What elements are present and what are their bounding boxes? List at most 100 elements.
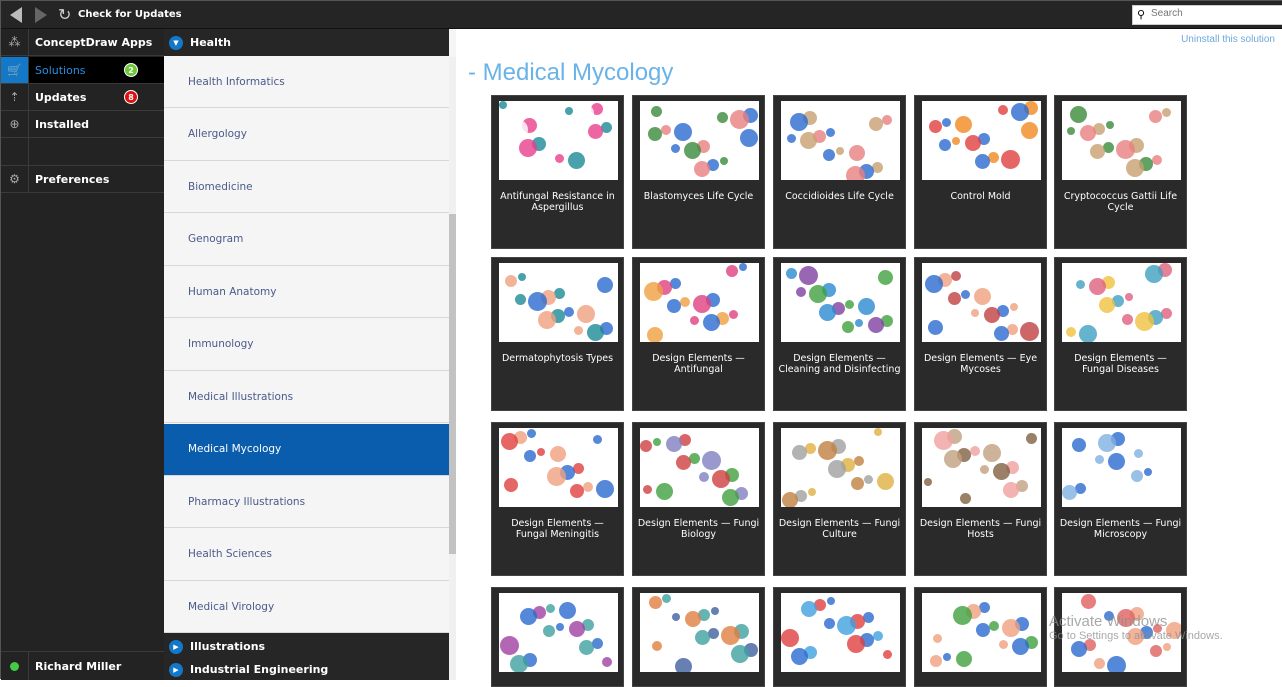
thumbnail-graphic (524, 450, 536, 462)
solution-card[interactable]: Design Elements — Cleaning and Disinfect… (773, 257, 906, 411)
solution-card[interactable]: Design Elements — Fungi Hosts (914, 422, 1047, 576)
solution-item[interactable]: Allergology (164, 109, 449, 161)
solution-item[interactable]: Medical Virology (164, 581, 449, 633)
thumbnail-graphic (933, 634, 942, 643)
thumbnail-graphic (826, 128, 835, 137)
solution-card[interactable] (632, 587, 765, 687)
thumbnail-graphic (929, 120, 942, 133)
thumbnail-graphic (847, 635, 865, 653)
solution-card[interactable] (491, 587, 624, 687)
thumbnail-graphic (999, 640, 1008, 649)
user-status[interactable]: Richard Miller (1, 651, 164, 680)
thumbnail-graphic (1003, 482, 1019, 498)
thumbnail-graphic (792, 445, 807, 460)
card-title: Dermatophytosis Types (501, 353, 614, 364)
thumbnail-graphic (685, 611, 701, 627)
thumbnail-graphic (1062, 485, 1077, 500)
thumbnail-graphic (989, 621, 999, 631)
thumbnail-graphic (643, 485, 652, 494)
solution-card[interactable]: Design Elements — Fungal Diseases (1054, 257, 1187, 411)
category-industrial-engineering[interactable]: ▶ Industrial Engineering (164, 660, 449, 680)
solution-card[interactable]: Coccidioides Life Cycle (773, 95, 906, 249)
search-input[interactable] (1151, 8, 1279, 19)
card-thumbnail (1062, 428, 1181, 507)
solution-card[interactable]: Design Elements — Fungi Biology (632, 422, 765, 576)
thumbnail-graphic (565, 107, 573, 115)
thumbnail-graphic (731, 645, 749, 663)
thumbnail-graphic (695, 630, 710, 645)
back-button[interactable] (10, 7, 22, 23)
nav-installed[interactable]: ⊕ Installed (1, 111, 164, 138)
thumbnail-graphic (836, 147, 844, 155)
nav-solutions[interactable]: 🛒 Solutions 2 (1, 57, 164, 84)
uninstall-link[interactable]: Uninstall this solution (1181, 34, 1275, 45)
card-thumbnail (922, 101, 1041, 180)
solution-card[interactable]: Cryptococcus Gattii Life Cycle (1054, 95, 1187, 249)
solution-card[interactable]: Design Elements — Eye Mycoses (914, 257, 1047, 411)
page-title: - Medical Mycology (468, 59, 674, 86)
check-for-updates-button[interactable]: Check for Updates (78, 9, 182, 20)
thumbnail-graphic (547, 467, 566, 486)
solution-item[interactable]: Health Sciences (164, 529, 449, 581)
thumbnail-graphic (951, 271, 961, 281)
nav-preferences[interactable]: ⚙ Preferences (1, 166, 164, 193)
thumbnail-graphic (787, 134, 796, 143)
solution-card[interactable]: Design Elements — Fungi Microscopy (1054, 422, 1187, 576)
solution-item[interactable]: Medical Mycology (164, 423, 449, 476)
solution-card[interactable] (914, 587, 1047, 687)
solution-card[interactable]: Design Elements — Antifungal (632, 257, 765, 411)
thumbnail-graphic (1163, 643, 1171, 651)
thumbnail-graphic (711, 607, 719, 615)
card-thumbnail (640, 593, 759, 672)
solution-item[interactable]: Health Informatics (164, 56, 449, 108)
thumbnail-graphic (647, 327, 663, 342)
scrollbar-thumb[interactable] (449, 214, 456, 554)
solution-item[interactable]: Immunology (164, 319, 449, 371)
thumbnail-graphic (796, 287, 806, 297)
forward-button[interactable] (35, 7, 47, 23)
solution-item[interactable]: Genogram (164, 214, 449, 266)
category-illustrations[interactable]: ▶ Illustrations (164, 633, 449, 660)
solution-card[interactable]: Design Elements — Fungal Meningitis (491, 422, 624, 576)
thumbnail-graphic (970, 446, 980, 456)
solution-card[interactable]: Blastomyces Life Cycle (632, 95, 765, 249)
thumbnail-graphic (854, 456, 864, 466)
thumbnail-graphic (509, 120, 528, 139)
thumbnail-graphic (684, 142, 701, 159)
thumbnail-graphic (943, 653, 951, 661)
thumbnail-graphic (819, 304, 836, 321)
thumbnail-graphic (1107, 656, 1126, 672)
solution-item[interactable]: Medical Illustrations (164, 371, 449, 423)
solution-item[interactable]: Human Anatomy (164, 266, 449, 318)
card-title: Design Elements — Fungi Culture (778, 518, 901, 540)
solution-list: ▼ Health Health Informatics Allergology Bio… (164, 29, 456, 680)
thumbnail-graphic (674, 123, 692, 141)
search-box[interactable]: ⚲ (1132, 5, 1282, 25)
solution-card[interactable]: Design Elements — Fungi Culture (773, 422, 906, 576)
thumbnail-graphic (656, 483, 673, 500)
solution-card[interactable] (773, 587, 906, 687)
thumbnail-graphic (520, 608, 537, 625)
thumbnail-graphic (504, 478, 518, 492)
solution-card[interactable]: Dermatophytosis Types (491, 257, 624, 411)
card-title: Design Elements — Eye Mycoses (923, 353, 1038, 375)
category-health[interactable]: ▼ Health (164, 29, 449, 56)
thumbnail-graphic (930, 655, 942, 667)
nav-conceptdraw-apps[interactable]: ⁂ ConceptDraw Apps (1, 29, 164, 56)
thumbnail-graphic (1026, 433, 1037, 444)
thumbnail-graphic (1135, 312, 1154, 331)
scrollbar[interactable] (449, 57, 456, 680)
solution-card[interactable]: Control Mold (914, 95, 1047, 249)
thumbnail-graphic (644, 282, 663, 301)
solution-card[interactable]: Antifungal Resistance in Aspergillus (491, 95, 624, 249)
refresh-icon[interactable]: ↻ (58, 6, 71, 24)
solution-item[interactable]: Biomedicine (164, 161, 449, 213)
thumbnail-graphic (1011, 103, 1029, 121)
solution-item[interactable]: Pharmacy Illustrations (164, 476, 449, 528)
thumbnail-graphic (994, 326, 1009, 341)
nav-updates[interactable]: ⇡ Updates 8 (1, 84, 164, 111)
card-thumbnail (922, 593, 1041, 672)
nav-spacer (1, 138, 164, 166)
thumbnail-graphic (1149, 110, 1162, 123)
thumbnail-graphic (671, 144, 680, 153)
